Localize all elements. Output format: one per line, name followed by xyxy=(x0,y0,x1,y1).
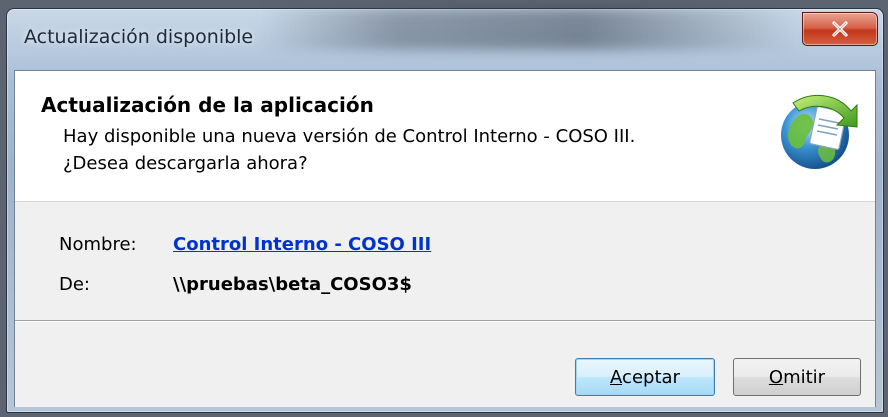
button-bar: Aceptar Omitir xyxy=(15,321,875,407)
app-name-link[interactable]: Control Interno - COSO III xyxy=(173,234,431,255)
globe-update-icon xyxy=(777,89,859,173)
header-title: Actualización de la aplicación xyxy=(41,93,374,117)
title-bar[interactable]: Actualización disponible xyxy=(6,8,884,70)
update-message: Hay disponible una nueva versión de Cont… xyxy=(63,126,636,147)
download-question: ¿Desea descargarla ahora? xyxy=(63,153,308,174)
accept-button[interactable]: Aceptar xyxy=(575,358,715,396)
source-label: De: xyxy=(59,274,90,295)
accept-button-label: Aceptar xyxy=(610,366,680,388)
name-label: Nombre: xyxy=(59,234,137,255)
header-panel: Actualización de la aplicación Hay dispo… xyxy=(15,71,875,202)
details-panel: Nombre: Control Interno - COSO III De: \… xyxy=(15,202,875,321)
dialog-client-area: Actualización de la aplicación Hay dispo… xyxy=(14,70,876,407)
close-button[interactable] xyxy=(802,12,878,46)
close-icon xyxy=(831,21,849,37)
source-path: \\pruebas\beta_COSO3$ xyxy=(173,274,412,295)
window-title: Actualización disponible xyxy=(24,26,254,48)
skip-button[interactable]: Omitir xyxy=(733,358,861,396)
skip-button-label: Omitir xyxy=(768,366,826,388)
